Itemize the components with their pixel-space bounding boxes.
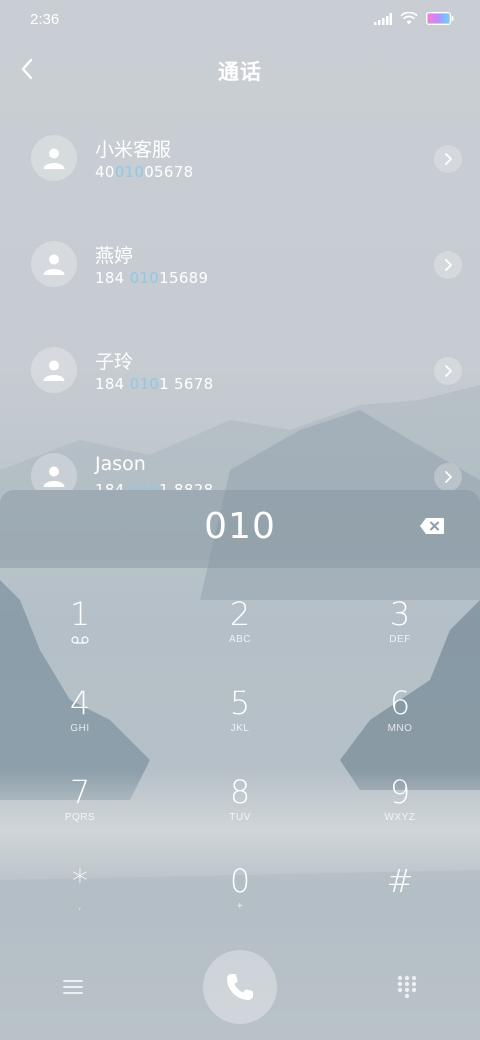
key-2[interactable]: 2 ABC [185, 568, 295, 648]
contact-name: Jason [95, 453, 146, 475]
bottom-bar [0, 948, 480, 1040]
key-letters: , [78, 901, 82, 912]
key-6[interactable]: 6 MNO [345, 657, 455, 737]
dialed-number: 010 [204, 506, 276, 547]
battery-icon [426, 12, 454, 25]
contact-name: 燕婷 [95, 245, 134, 267]
status-time: 2:36 [30, 11, 60, 28]
wifi-icon [400, 12, 418, 25]
phone-icon [227, 974, 253, 1000]
key-letters: TUV [229, 812, 251, 823]
header: 通话 [0, 46, 480, 96]
key-letters: DEF [389, 634, 411, 645]
person-icon [43, 466, 65, 487]
key-letters: JKL [230, 723, 250, 734]
signal-icon [374, 12, 392, 25]
key-digit: 5 [229, 684, 251, 722]
key-digit: 4 [69, 684, 91, 722]
keypad: 1 2 ABC 3 DEF 4 GHI 5 JKL 6 MNO 7 PQRS 8… [0, 568, 480, 948]
chevron-right-icon [445, 259, 452, 271]
chevron-right-icon [445, 153, 452, 165]
status-icons [374, 12, 454, 25]
dial-input-bar: 010 [0, 490, 480, 568]
key-digit: 9 [389, 773, 411, 811]
key-digit: 8 [229, 773, 251, 811]
person-icon [43, 148, 65, 169]
backspace-icon [420, 518, 444, 534]
contact-detail-button[interactable] [434, 463, 462, 490]
dialpad-toggle-button[interactable] [392, 972, 422, 1002]
contact-number: 4001005678 [95, 163, 194, 181]
menu-button[interactable] [58, 974, 88, 1000]
key-digit: 0 [229, 862, 251, 900]
avatar [31, 347, 77, 393]
key-digit: 2 [229, 595, 251, 633]
key-letters: PQRS [64, 812, 96, 823]
menu-icon [63, 980, 83, 994]
key-1[interactable]: 1 [25, 568, 135, 648]
chevron-right-icon [445, 471, 452, 483]
contact-number: 184 01015689 [95, 269, 209, 287]
key-letters: GHI [70, 723, 90, 734]
contact-item[interactable]: 燕婷 184 01015689 [0, 216, 480, 316]
contact-number: 184 0101 5678 [95, 375, 214, 393]
status-bar: 2:36 [0, 0, 480, 40]
dialpad-icon [397, 975, 417, 999]
contact-detail-button[interactable] [434, 357, 462, 385]
contact-item[interactable]: 小米客服 4001005678 [0, 110, 480, 210]
key-digit: 1 [69, 595, 91, 633]
key-letters: + [236, 901, 244, 912]
key-9[interactable]: 9 WXYZ [345, 746, 455, 826]
person-icon [43, 254, 65, 275]
avatar [31, 241, 77, 287]
avatar [31, 135, 77, 181]
contact-name: 小米客服 [95, 139, 172, 161]
key-digit: 3 [389, 595, 411, 633]
contact-detail-button[interactable] [434, 145, 462, 173]
key-letters: MNO [387, 723, 413, 734]
key-digit: # [386, 862, 414, 900]
backspace-button[interactable] [418, 515, 446, 537]
contact-item[interactable]: Jason 184 0101 8828 [0, 428, 480, 490]
key-digit: 7 [69, 773, 91, 811]
voicemail-icon [71, 636, 89, 644]
avatar [31, 453, 77, 490]
key-digit: 6 [389, 684, 411, 722]
key-0[interactable]: 0 + [185, 835, 295, 915]
key-letters: WXYZ [384, 812, 416, 823]
call-button[interactable] [203, 950, 277, 1024]
contact-item[interactable]: 子玲 184 0101 5678 [0, 322, 480, 422]
contact-number: 184 0101 8828 [95, 481, 214, 490]
contact-list: 小米客服 4001005678 燕婷 184 01015689 子玲 184 0… [0, 110, 480, 490]
key-4[interactable]: 4 GHI [25, 657, 135, 737]
key-3[interactable]: 3 DEF [345, 568, 455, 648]
person-icon [43, 360, 65, 381]
chevron-right-icon [445, 365, 452, 377]
key-letters: ABC [228, 634, 252, 645]
contact-detail-button[interactable] [434, 251, 462, 279]
key-8[interactable]: 8 TUV [185, 746, 295, 826]
key-digit: * [72, 862, 88, 900]
key-5[interactable]: 5 JKL [185, 657, 295, 737]
key-7[interactable]: 7 PQRS [25, 746, 135, 826]
page-title: 通话 [218, 60, 262, 84]
key-hash[interactable]: # [345, 835, 455, 915]
key-star[interactable]: * , [25, 835, 135, 915]
contact-name: 子玲 [95, 351, 134, 373]
